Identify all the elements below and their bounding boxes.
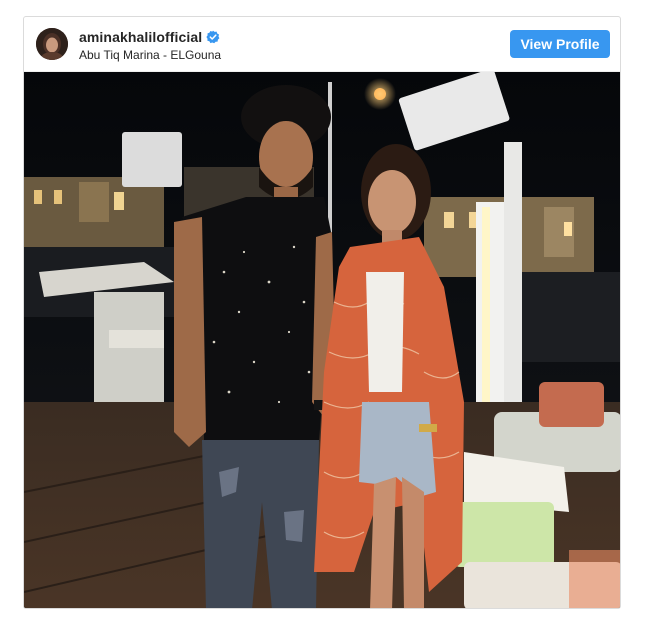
instagram-post-card: aminakhalilofficial Abu Tiq Marina - ELG…	[23, 16, 621, 609]
post-photo[interactable]	[24, 72, 620, 608]
post-header: aminakhalilofficial Abu Tiq Marina - ELG…	[24, 17, 620, 72]
photo-illustration	[24, 72, 620, 608]
profile-avatar[interactable]	[36, 28, 68, 60]
username-link[interactable]: aminakhalilofficial	[79, 29, 220, 45]
view-profile-button[interactable]: View Profile	[510, 30, 610, 58]
location-link[interactable]: Abu Tiq Marina - ELGouna	[79, 48, 221, 62]
verified-badge-icon	[206, 30, 220, 44]
username-text[interactable]: aminakhalilofficial	[79, 29, 202, 45]
